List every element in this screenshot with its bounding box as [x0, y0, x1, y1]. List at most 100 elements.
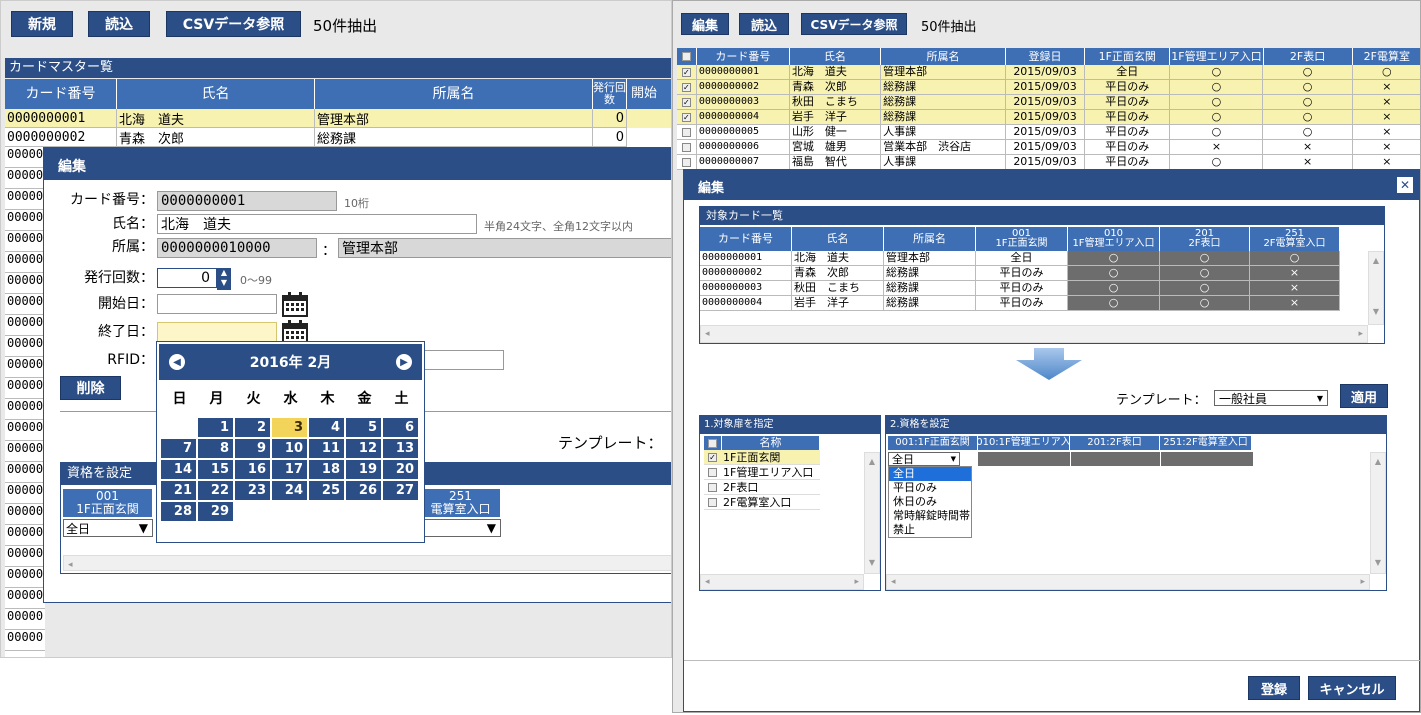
col-date[interactable]: 登録日: [1005, 48, 1086, 65]
calendar-day[interactable]: 10: [272, 439, 307, 458]
dropdown-option[interactable]: 休日のみ: [889, 495, 971, 509]
scroll-left-icon[interactable]: ◂: [68, 560, 73, 570]
table-row[interactable]: 0000000005 山形 健一 人事課 2015/09/03 平日のみ ○ ○ ×: [677, 125, 1420, 140]
calendar-day[interactable]: 12: [346, 439, 381, 458]
row-checkbox[interactable]: ✓: [677, 65, 697, 80]
calendar-day[interactable]: 9: [235, 439, 270, 458]
list-stub-row[interactable]: 00000: [5, 567, 45, 588]
calendar-day[interactable]: 8: [198, 439, 233, 458]
horizontal-scrollbar[interactable]: ◂ ▸: [700, 574, 864, 590]
dropdown-option[interactable]: 禁止: [889, 523, 971, 537]
horizontal-scrollbar[interactable]: ◂ ▸: [700, 325, 1368, 343]
issue-stepper[interactable]: ▲ ▼: [217, 268, 231, 290]
list-stub-row[interactable]: 00000: [5, 609, 45, 630]
calendar-day[interactable]: 27: [383, 481, 418, 500]
list-stub-row[interactable]: 00000: [5, 315, 45, 336]
calendar-day[interactable]: 25: [309, 481, 344, 500]
list-stub-row[interactable]: 00000: [5, 168, 45, 189]
dropdown-option[interactable]: 平日のみ: [889, 481, 971, 495]
scroll-left-icon[interactable]: ◂: [705, 577, 710, 587]
col-b[interactable]: 1F管理エリア入口: [1170, 48, 1264, 65]
calendar-day[interactable]: 14: [161, 460, 196, 479]
table-row[interactable]: 0000000006 宮城 雄男 営業本部 渋谷店 2015/09/03 平日のみ × × ×: [677, 140, 1420, 155]
list-stub-row[interactable]: 00000: [5, 378, 45, 399]
row-checkbox[interactable]: ✓: [677, 80, 697, 95]
list-row-1[interactable]: 0000000001 北海 道夫 管理本部 0: [5, 109, 671, 128]
list-item[interactable]: ✓ 1F正面玄関: [704, 450, 820, 465]
register-button[interactable]: 登録: [1248, 676, 1300, 700]
list-row-2[interactable]: 0000000002 青森 次郎 総務課 0: [5, 128, 671, 147]
table-row[interactable]: ✓ 0000000001 北海 道夫 管理本部 2015/09/03 全日 ○ ○ ○: [677, 65, 1420, 80]
prev-month-icon[interactable]: ◀: [169, 354, 185, 370]
col-d[interactable]: 2F電算室: [1352, 48, 1420, 65]
door-checkbox[interactable]: ✓: [708, 452, 717, 462]
calendar-day[interactable]: 5: [346, 418, 381, 437]
calendar-day[interactable]: 23: [235, 481, 270, 500]
list-stub-row[interactable]: 00000: [5, 336, 45, 357]
template-select[interactable]: 一般社員 ▼: [1214, 390, 1328, 406]
col-c[interactable]: 2F表口: [1263, 48, 1353, 65]
edit-button[interactable]: 編集: [681, 13, 729, 35]
new-button[interactable]: 新規: [11, 11, 73, 37]
calendar-day[interactable]: 21: [161, 481, 196, 500]
list-stub-row[interactable]: 00000: [5, 273, 45, 294]
scroll-left-icon[interactable]: ◂: [705, 329, 710, 339]
col-a[interactable]: 1F正面玄関: [1085, 48, 1171, 65]
scroll-down-icon[interactable]: ▼: [1369, 307, 1383, 316]
list-stub-row[interactable]: 00000: [5, 546, 45, 567]
issue-input[interactable]: 0: [157, 268, 217, 288]
load-button[interactable]: 読込: [88, 11, 150, 37]
calendar-day[interactable]: 28: [161, 502, 196, 521]
list-stub-row[interactable]: 00000: [5, 525, 45, 546]
row-checkbox[interactable]: [677, 140, 697, 155]
list-stub-row[interactable]: 00000: [5, 189, 45, 210]
vertical-scrollbar[interactable]: ▲ ▼: [1368, 251, 1384, 325]
calendar-day[interactable]: 18: [309, 460, 344, 479]
scroll-left-icon[interactable]: ◂: [891, 577, 896, 587]
table-row[interactable]: ✓ 0000000002 青森 次郎 総務課 2015/09/03 平日のみ ○ ○ ×: [677, 80, 1420, 95]
select-all-checkbox[interactable]: [677, 48, 697, 65]
scroll-right-icon[interactable]: ▸: [1358, 329, 1363, 339]
dept-name-input[interactable]: 管理本部: [338, 238, 671, 258]
col-dept[interactable]: 所属名: [881, 48, 1006, 65]
col-start[interactable]: 開始: [627, 79, 671, 109]
horizontal-scrollbar[interactable]: ◂: [63, 555, 671, 571]
apply-button[interactable]: 適用: [1340, 384, 1388, 408]
col-dept[interactable]: 所属名: [315, 79, 593, 109]
scroll-down-icon[interactable]: ▼: [865, 558, 879, 567]
list-stub-row[interactable]: 00000: [5, 462, 45, 483]
csv-button[interactable]: CSVデータ参照: [166, 11, 301, 37]
qual-select-251[interactable]: ▼: [421, 519, 501, 537]
horizontal-scrollbar[interactable]: ◂ ▸: [886, 574, 1370, 590]
row-checkbox[interactable]: [677, 155, 697, 170]
door-checkbox[interactable]: [708, 467, 717, 477]
end-date-input[interactable]: [157, 322, 277, 342]
list-stub-row[interactable]: 00000: [5, 231, 45, 252]
calendar-day[interactable]: 2: [235, 418, 270, 437]
door-checkbox[interactable]: [708, 497, 717, 507]
col-name[interactable]: 氏名: [789, 48, 882, 65]
calendar-day[interactable]: 20: [383, 460, 418, 479]
csv-button[interactable]: CSVデータ参照: [801, 13, 907, 35]
scroll-up-icon[interactable]: ▲: [865, 457, 879, 466]
stepper-up-icon[interactable]: ▲: [217, 268, 231, 278]
table-row[interactable]: ✓ 0000000004 岩手 洋子 総務課 2015/09/03 平日のみ ○ ○ ×: [677, 110, 1420, 125]
scroll-up-icon[interactable]: ▲: [1371, 457, 1385, 466]
list-stub-row[interactable]: 00000: [5, 630, 45, 651]
row-checkbox[interactable]: ✓: [677, 110, 697, 125]
dept-code-input[interactable]: 0000000010000: [157, 238, 317, 258]
col-name[interactable]: 氏名: [117, 79, 315, 109]
calendar-day[interactable]: 4: [309, 418, 344, 437]
close-icon[interactable]: ✕: [1397, 177, 1413, 193]
calendar-icon[interactable]: [281, 291, 309, 317]
qual-select-a[interactable]: 全日 ▼: [888, 452, 960, 466]
calendar-day[interactable]: 24: [272, 481, 307, 500]
cancel-button[interactable]: キャンセル: [1308, 676, 1396, 700]
col-card[interactable]: カード番号: [5, 79, 117, 109]
calendar-day[interactable]: 3: [272, 418, 307, 437]
list-stub-row[interactable]: 00000: [5, 483, 45, 504]
scroll-right-icon[interactable]: ▸: [1360, 577, 1365, 587]
row-checkbox[interactable]: ✓: [677, 95, 697, 110]
row-checkbox[interactable]: [677, 125, 697, 140]
list-stub-row[interactable]: 00000: [5, 294, 45, 315]
